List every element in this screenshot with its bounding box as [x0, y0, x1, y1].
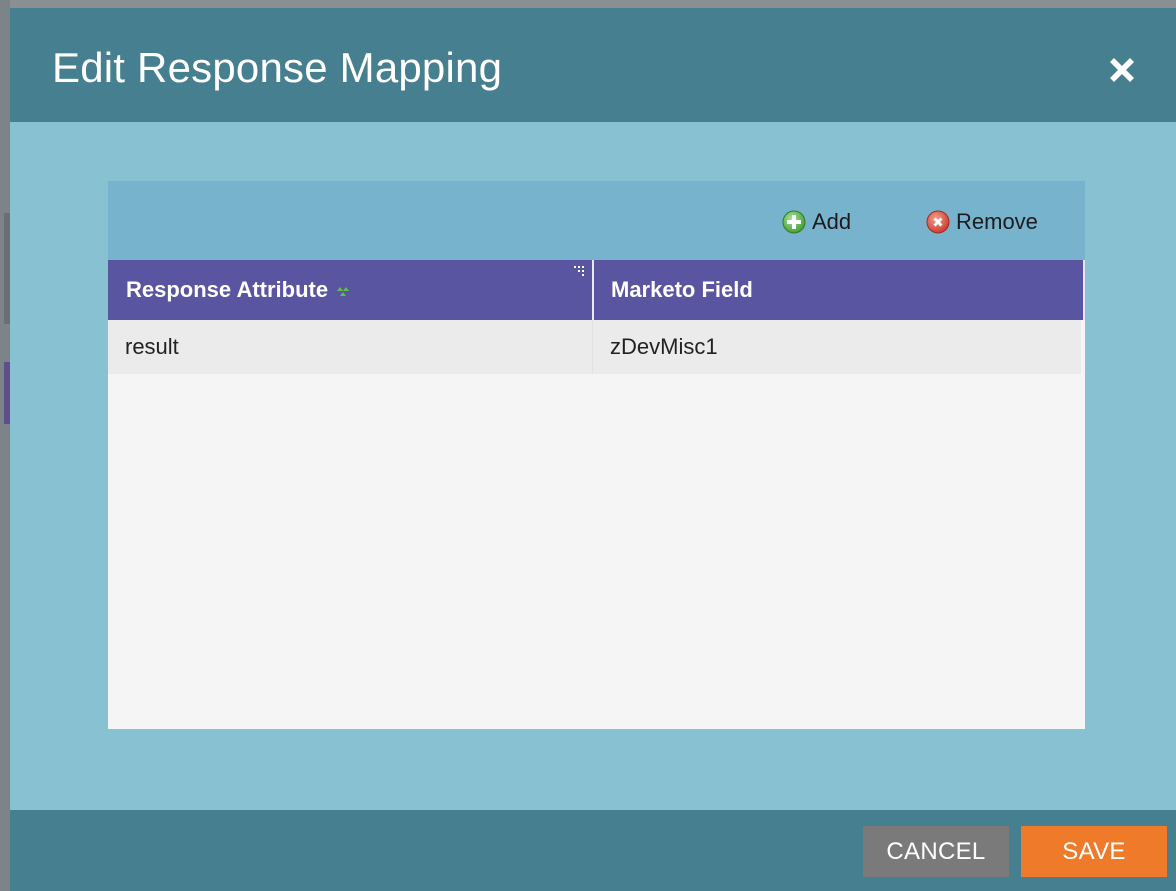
save-button[interactable]: SAVE [1021, 826, 1167, 877]
column-resize-icon[interactable] [572, 264, 588, 278]
column-label: Response Attribute [126, 277, 329, 302]
add-label: Add [812, 209, 852, 234]
close-button[interactable] [1102, 50, 1142, 90]
edit-response-mapping-dialog: Edit Response Mapping Add Remove Respons… [10, 8, 1176, 891]
plus-circle-icon [782, 210, 806, 234]
sort-icon [337, 287, 350, 296]
cell-divider [592, 320, 593, 374]
cancel-button[interactable]: CANCEL [863, 826, 1009, 877]
dialog-header: Edit Response Mapping [10, 8, 1176, 122]
dialog-title: Edit Response Mapping [52, 44, 503, 91]
table-row[interactable]: result zDevMisc1 [108, 320, 1081, 374]
add-button[interactable]: Add [782, 207, 851, 237]
dialog-footer: CANCEL SAVE [10, 810, 1176, 891]
cell-marketo-field: zDevMisc1 [610, 334, 718, 359]
remove-button[interactable]: Remove [926, 207, 1038, 237]
grid-header: Response Attribute Marketo Field [108, 260, 1085, 320]
column-header-marketo-field[interactable]: Marketo Field [594, 260, 1083, 320]
column-divider [1083, 260, 1085, 320]
remove-label: Remove [956, 209, 1038, 234]
grid-toolbar: Add Remove [108, 181, 1085, 260]
x-circle-icon [926, 210, 950, 234]
mapping-panel: Add Remove Response Attribute Marketo Fi… [108, 181, 1085, 729]
column-header-response-attribute[interactable]: Response Attribute [108, 260, 592, 320]
close-icon [1110, 58, 1134, 82]
background-page-edge [0, 0, 10, 891]
column-label: Marketo Field [611, 277, 753, 302]
cell-response-attribute: result [125, 334, 179, 359]
